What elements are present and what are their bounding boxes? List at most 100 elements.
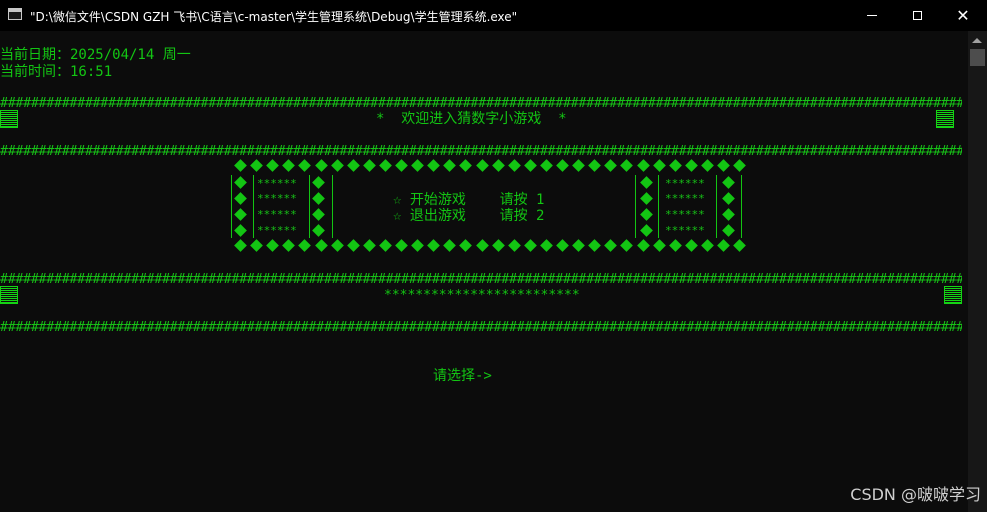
- diamond-icon: [475, 239, 489, 252]
- diamond-icon: [312, 208, 325, 221]
- frame-line: [716, 175, 717, 238]
- diamond-icon: [556, 159, 569, 172]
- diamond-icon: [379, 159, 392, 172]
- hash-border-middle: ########################################…: [0, 145, 962, 159]
- frame-line: [332, 175, 333, 238]
- title-bar[interactable]: "D:\微信文件\CSDN GZH 飞书\C语言\c-master\学生管理系统…: [0, 0, 987, 31]
- diamond-icon: [282, 159, 296, 172]
- diamond-icon: [733, 239, 746, 252]
- diamond-icon: [722, 192, 735, 205]
- diamond-icon: [701, 159, 714, 172]
- diamond-icon: [620, 239, 634, 252]
- diamond-icon: [722, 208, 735, 221]
- diamond-icon: [266, 159, 280, 172]
- diamond-icon: [379, 239, 392, 252]
- diamond-icon: [362, 239, 376, 252]
- diamond-icon: [314, 239, 328, 252]
- hash-border-bottom: ########################################…: [0, 321, 962, 335]
- window-title: "D:\微信文件\CSDN GZH 飞书\C语言\c-master\学生管理系统…: [30, 10, 518, 24]
- diamond-icon: [733, 159, 746, 172]
- diamond-icon: [234, 224, 247, 237]
- input-prompt[interactable]: 请选择->: [433, 368, 492, 384]
- diamond-icon: [459, 239, 473, 252]
- close-icon: ✕: [956, 5, 970, 25]
- maximize-icon: [912, 11, 922, 20]
- diamond-icon: [234, 239, 247, 252]
- stars-banner: *************************: [384, 288, 580, 303]
- diamond-icon: [507, 159, 521, 172]
- stars-cell: ******: [257, 177, 297, 190]
- diamond-icon: [250, 239, 263, 252]
- maximize-button[interactable]: [894, 0, 940, 31]
- stars-cell: ******: [665, 177, 705, 190]
- menu-option-exit: ☆ 退出游戏 请按 2: [393, 208, 545, 224]
- diamond-icon: [346, 239, 360, 252]
- minimize-icon: [867, 15, 877, 16]
- diamond-icon: [234, 159, 247, 172]
- stars-cell: ******: [665, 192, 705, 205]
- diamond-icon: [250, 159, 263, 172]
- diamond-icon: [312, 192, 325, 205]
- stars-cell: ******: [257, 208, 297, 221]
- diamond-icon: [395, 239, 408, 252]
- diamond-icon: [604, 239, 618, 252]
- diamond-icon: [640, 224, 653, 237]
- diamond-icon: [523, 159, 537, 172]
- diamond-icon: [330, 239, 344, 252]
- diamond-icon: [652, 239, 666, 252]
- diamond-icon: [717, 159, 730, 172]
- diamond-icon: [234, 208, 247, 221]
- minimize-button[interactable]: [849, 0, 895, 31]
- diamond-icon: [640, 176, 653, 189]
- frame-line: [309, 175, 310, 238]
- diamond-icon: [556, 239, 569, 252]
- diamond-icon: [298, 239, 312, 252]
- diamond-icon: [330, 159, 344, 172]
- frame-line: [231, 175, 232, 238]
- console-output[interactable]: 当前日期：2025/04/14 周一 当前时间：16:51 ##########…: [0, 31, 968, 512]
- vertical-scrollbar[interactable]: [968, 31, 987, 512]
- diamond-icon: [588, 159, 602, 172]
- diamond-icon: [427, 159, 441, 172]
- diamond-icon: [411, 159, 424, 172]
- diamond-icon: [572, 239, 585, 252]
- diamond-icon: [491, 239, 505, 252]
- diamond-icon: [540, 159, 553, 172]
- banner-left-block: [0, 286, 18, 304]
- diamond-icon: [636, 159, 650, 172]
- diamond-icon: [475, 159, 489, 172]
- diamond-icon: [234, 192, 247, 205]
- hash-border-top: ########################################…: [0, 97, 962, 111]
- diamond-icon: [282, 239, 296, 252]
- frame-line: [253, 175, 254, 238]
- diamond-icon: [722, 176, 735, 189]
- diamond-icon: [701, 239, 714, 252]
- diamond-icon: [604, 159, 618, 172]
- diamond-icon: [668, 239, 682, 252]
- diamond-icon: [572, 159, 585, 172]
- diamond-icon: [234, 176, 247, 189]
- diamond-icon: [312, 176, 325, 189]
- diamond-icon: [507, 239, 521, 252]
- current-time: 当前时间：16:51: [0, 64, 113, 80]
- close-button[interactable]: ✕: [940, 0, 986, 31]
- current-date: 当前日期：2025/04/14 周一: [0, 47, 191, 63]
- diamond-icon: [443, 159, 457, 172]
- menu-option-start: ☆ 开始游戏 请按 1: [393, 192, 545, 208]
- diamond-icon: [652, 159, 666, 172]
- scroll-thumb[interactable]: [970, 49, 985, 66]
- stars-cell: ******: [257, 224, 297, 237]
- banner-left-block: [0, 110, 18, 128]
- stars-cell: ******: [257, 192, 297, 205]
- scroll-up-arrow-icon[interactable]: [972, 38, 982, 43]
- diamond-icon: [684, 159, 698, 172]
- banner-right-block: [944, 286, 962, 304]
- welcome-banner: * 欢迎进入猜数字小游戏 *: [376, 111, 567, 127]
- diamond-icon: [427, 239, 441, 252]
- diamond-icon: [668, 159, 682, 172]
- banner-right-block: [936, 110, 954, 128]
- frame-line: [635, 175, 636, 238]
- watermark: CSDN @啵啵学习: [850, 485, 981, 504]
- diamond-icon: [314, 159, 328, 172]
- stars-cell: ******: [665, 208, 705, 221]
